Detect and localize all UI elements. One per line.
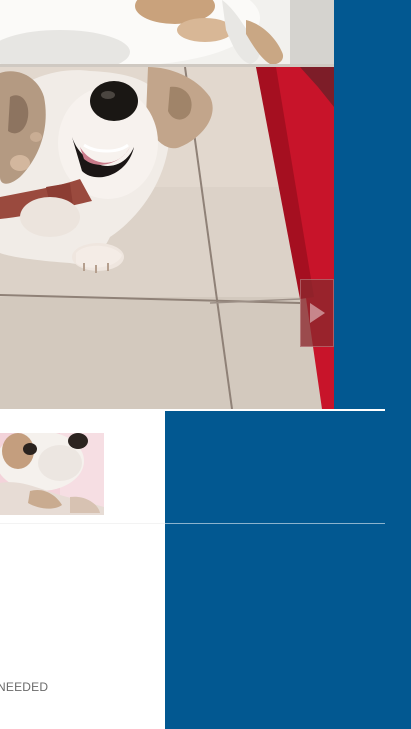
thumbnail-image[interactable] bbox=[0, 433, 104, 515]
page: NEEDED bbox=[0, 0, 411, 729]
gallery-photo-main[interactable] bbox=[0, 67, 334, 409]
gallery-photo-previous[interactable] bbox=[0, 0, 334, 67]
listing-panel: NEEDED bbox=[0, 411, 165, 729]
chevron-right-icon bbox=[310, 303, 325, 323]
divider-line-secondary bbox=[0, 523, 385, 524]
status-label: NEEDED bbox=[0, 680, 49, 694]
next-photo-button[interactable] bbox=[300, 279, 334, 347]
